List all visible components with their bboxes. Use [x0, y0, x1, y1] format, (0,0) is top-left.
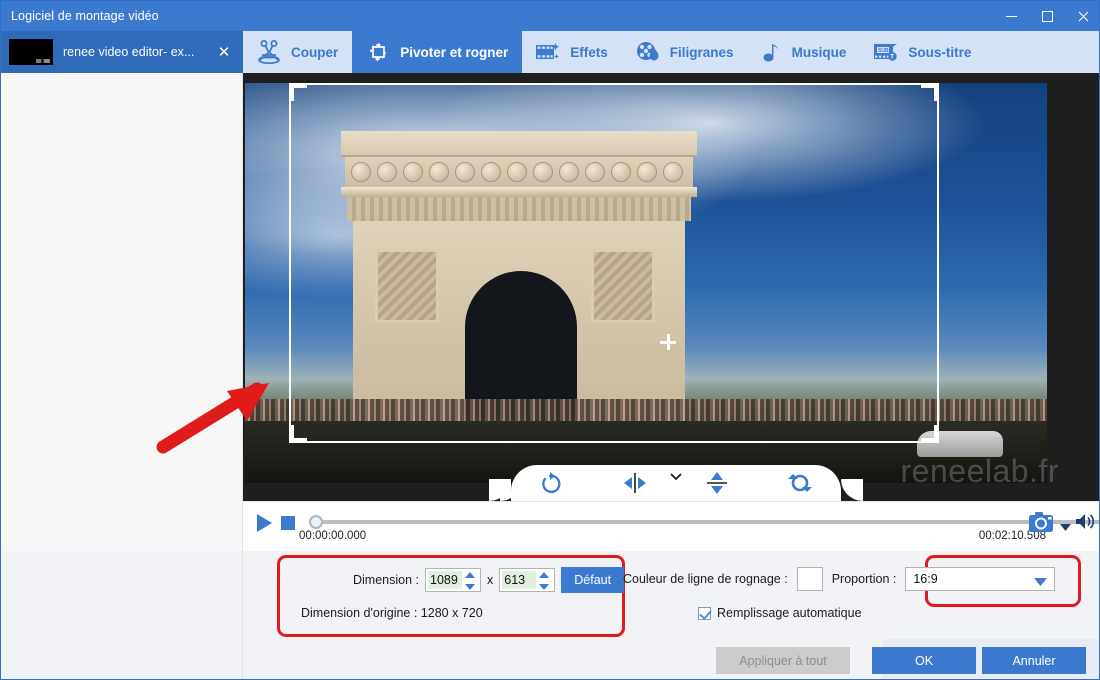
caret-down-icon: [1060, 524, 1071, 531]
window-title: Logiciel de montage vidéo: [11, 9, 159, 23]
autofill-checkbox[interactable]: [698, 606, 711, 620]
volume-button[interactable]: [1075, 513, 1095, 530]
minimize-icon: [1005, 15, 1017, 17]
file-tab-close-icon[interactable]: ✕: [213, 45, 235, 60]
close-icon: [1077, 10, 1089, 22]
stop-button[interactable]: [281, 516, 295, 530]
file-thumbnail: [9, 39, 53, 65]
rotate-reset-icon: [787, 474, 812, 492]
dimension-row: Dimension : x Défaut: [353, 567, 625, 593]
crop-color-swatch[interactable]: [796, 567, 823, 591]
camera-icon: [1029, 512, 1053, 532]
flip-vertical-icon: [707, 472, 728, 494]
title-bar: Logiciel de montage vidéo: [1, 1, 1099, 31]
proportion-select[interactable]: 16:9: [905, 567, 1056, 591]
window-controls: [993, 1, 1099, 31]
crop-color-proportion-row: Couleur de ligne de rognage : Proportion…: [623, 567, 1056, 591]
stepper-up-icon[interactable]: [539, 572, 550, 578]
width-stepper[interactable]: [425, 568, 481, 592]
maximize-icon: [1041, 10, 1053, 22]
tab-filigranes-label: Filigranes: [669, 44, 734, 60]
dimension-label: Dimension :: [353, 573, 419, 587]
scissors-icon: [255, 39, 283, 65]
rotate-reset-button[interactable]: [777, 466, 823, 500]
player-controls: 00:00:00.000 00:02:10.508: [243, 501, 1099, 551]
tab-musique-label: Musique: [791, 44, 847, 60]
chevron-down-icon[interactable]: [670, 467, 682, 481]
ok-button[interactable]: OK: [872, 647, 976, 674]
height-stepper-arrows[interactable]: [539, 572, 550, 590]
chevron-down-icon: [1034, 575, 1048, 586]
subtitle-icon: SUB T: [872, 40, 900, 64]
tab-sous-titre-label: Sous-titre: [908, 44, 972, 60]
app-window: Logiciel de montage vidéo renee video ed…: [0, 0, 1100, 680]
default-button[interactable]: Défaut: [561, 567, 625, 593]
minimize-button[interactable]: [993, 1, 1029, 31]
stepper-down-icon[interactable]: [539, 584, 550, 590]
height-input[interactable]: [502, 571, 537, 589]
autofill-label: Remplissage automatique: [717, 606, 862, 620]
stepper-up-icon[interactable]: [465, 572, 475, 578]
stepper-down-icon[interactable]: [465, 584, 475, 590]
seek-track: [315, 520, 1099, 524]
tab-filigranes[interactable]: Filigranes: [622, 31, 748, 73]
tab-sous-titre[interactable]: SUB T Sous-titre: [860, 31, 985, 73]
volume-dropdown-button[interactable]: [1060, 518, 1071, 531]
play-button[interactable]: [253, 512, 275, 534]
tab-couper[interactable]: Couper: [243, 31, 352, 73]
flip-horizontal-icon: [623, 473, 646, 493]
crop-rotate-icon: [364, 39, 392, 65]
current-time: 00:00:00.000: [299, 530, 367, 542]
main-toolbar: Couper Pivoter et rogner Effets Filigran…: [243, 31, 1099, 73]
tab-musique[interactable]: Musique: [748, 31, 861, 73]
proportion-value: 16:9: [913, 572, 938, 586]
watermark-icon: [634, 40, 662, 64]
width-stepper-arrows[interactable]: [465, 572, 476, 590]
rotate-toolbar: [511, 465, 863, 501]
close-button[interactable]: [1065, 1, 1099, 31]
crop-options-panel: Dimension : x Défaut Dimension d'origine…: [243, 551, 1099, 679]
preview-watermark: reneelab.fr: [900, 453, 1059, 489]
flip-horizontal-button[interactable]: [612, 466, 658, 500]
tab-effets-label: Effets: [570, 44, 608, 60]
left-panel: [1, 73, 243, 551]
proportion-label: Proportion :: [831, 572, 897, 586]
autofill-option[interactable]: Remplissage automatique: [698, 606, 862, 620]
film-effects-icon: [534, 40, 562, 64]
seek-bar[interactable]: [309, 515, 1099, 529]
svg-text:T: T: [891, 55, 895, 61]
video-preview-stage[interactable]: reneelab.fr: [243, 73, 1099, 501]
snapshot-button[interactable]: [1027, 510, 1057, 534]
left-panel-bottom: [1, 551, 243, 679]
maximize-button[interactable]: [1029, 1, 1065, 31]
tab-couper-label: Couper: [291, 44, 339, 60]
seek-handle[interactable]: [309, 515, 323, 529]
crop-color-label: Couleur de ligne de rognage :: [623, 572, 788, 586]
svg-text:SUB: SUB: [878, 48, 889, 54]
music-note-icon: [760, 40, 784, 64]
height-stepper[interactable]: [499, 568, 556, 592]
crowd-band: [245, 399, 1047, 421]
tab-effets[interactable]: Effets: [522, 31, 622, 73]
apply-to-all-button[interactable]: Appliquer à tout: [716, 647, 850, 674]
cancel-button[interactable]: Annuler: [982, 647, 1086, 674]
volume-icon: [1076, 514, 1095, 529]
file-tab-label: renee video editor- ex...: [63, 45, 195, 59]
rotate-right-icon: [542, 472, 561, 493]
dimension-separator: x: [487, 573, 494, 587]
file-tab[interactable]: renee video editor- ex... ✕: [1, 31, 243, 73]
flip-vertical-button[interactable]: [694, 466, 740, 500]
width-input[interactable]: [428, 571, 462, 589]
original-dimension-label: Dimension d'origine : 1280 x 720: [301, 606, 483, 620]
play-icon: [257, 514, 272, 532]
annotation-arrow: [156, 382, 269, 454]
tab-pivoter-et-rogner-label: Pivoter et rogner: [400, 44, 509, 60]
tab-pivoter-et-rogner[interactable]: Pivoter et rogner: [352, 31, 523, 73]
dialog-footer: Appliquer à tout OK Annuler: [243, 639, 1099, 679]
rotate-right-button[interactable]: [529, 466, 575, 500]
video-frame: [245, 83, 1047, 483]
